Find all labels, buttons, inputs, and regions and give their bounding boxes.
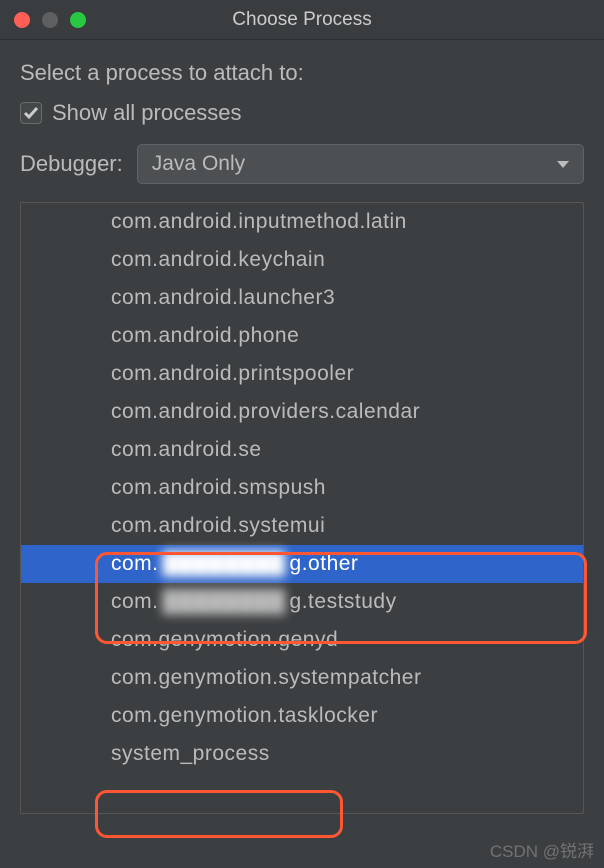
process-list-item[interactable]: com.android.phone (21, 317, 583, 355)
window-title: Choose Process (14, 9, 590, 31)
show-all-label: Show all processes (52, 100, 242, 126)
process-list-item[interactable]: com.android.keychain (21, 241, 583, 279)
chevron-down-icon (557, 161, 569, 168)
close-window-button[interactable] (14, 12, 30, 28)
process-list-item[interactable]: com.████████g.teststudy (21, 583, 583, 621)
process-list-item[interactable]: com.android.launcher3 (21, 279, 583, 317)
dialog-content: Select a process to attach to: Show all … (0, 40, 604, 824)
process-list-item[interactable]: com.genymotion.genyd (21, 621, 583, 659)
show-all-checkbox[interactable] (20, 102, 42, 124)
process-list-item[interactable]: com.genymotion.systempatcher (21, 659, 583, 697)
process-name-prefix: com. (111, 590, 159, 613)
traffic-lights (14, 12, 86, 28)
watermark: CSDN @锐湃 (490, 837, 594, 862)
redacted-text: ████████ (163, 587, 286, 617)
process-list-item[interactable]: com.android.providers.calendar (21, 393, 583, 431)
process-name-suffix: g.teststudy (290, 590, 397, 613)
process-list-item[interactable]: system_process (21, 735, 583, 773)
check-icon (23, 105, 39, 121)
maximize-window-button[interactable] (70, 12, 86, 28)
process-list-item[interactable]: com.android.smspush (21, 469, 583, 507)
process-list-item[interactable]: com.android.systemui (21, 507, 583, 545)
show-all-checkbox-row: Show all processes (20, 100, 584, 126)
minimize-window-button[interactable] (42, 12, 58, 28)
redacted-text: ████████ (163, 549, 286, 579)
process-list-item[interactable]: com.genymotion.tasklocker (21, 697, 583, 735)
debugger-selected-value: Java Only (152, 152, 245, 176)
debugger-label: Debugger: (20, 151, 123, 177)
prompt-label: Select a process to attach to: (20, 60, 584, 86)
debugger-dropdown[interactable]: Java Only (137, 144, 584, 184)
process-list[interactable]: com.android.inputmethod.latincom.android… (20, 202, 584, 814)
process-name-prefix: com. (111, 552, 159, 575)
process-name-suffix: g.other (290, 552, 359, 575)
process-list-item[interactable]: com.android.inputmethod.latin (21, 203, 583, 241)
process-list-item[interactable]: com.████████g.other (21, 545, 583, 583)
process-list-item[interactable]: com.android.se (21, 431, 583, 469)
debugger-row: Debugger: Java Only (20, 144, 584, 184)
process-list-item[interactable]: com.android.printspooler (21, 355, 583, 393)
titlebar: Choose Process (0, 0, 604, 40)
